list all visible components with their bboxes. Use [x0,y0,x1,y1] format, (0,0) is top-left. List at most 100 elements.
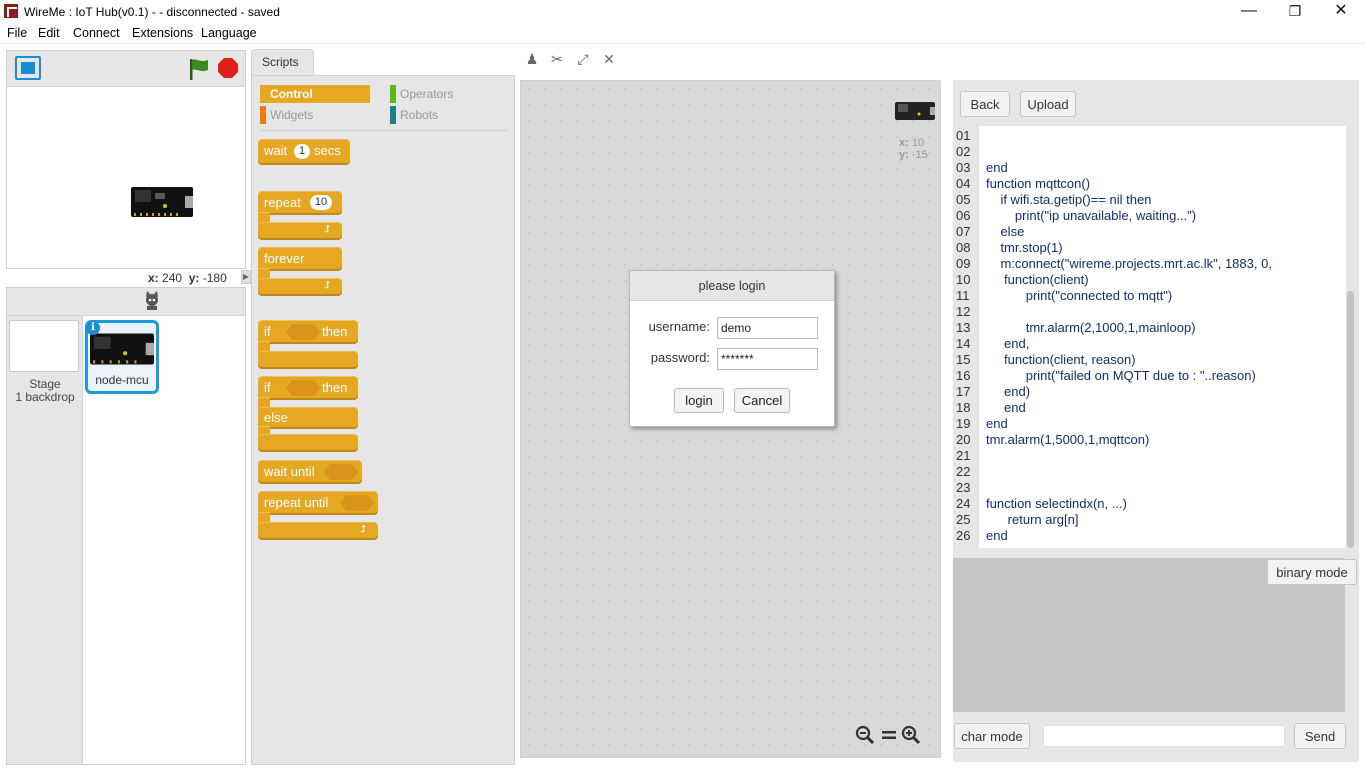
cancel-button[interactable]: Cancel [734,388,790,413]
category-robots[interactable]: Robots [390,106,500,124]
code-line: end [986,528,1008,543]
stage-thumbnail[interactable] [9,320,79,372]
back-button[interactable]: Back [960,91,1010,117]
serial-input[interactable] [1043,725,1285,747]
code-line: print("ip unavailable, waiting...") [986,208,1197,223]
code-line: m:connect("wireme.projects.mrt.ac.lk", 1… [986,256,1272,271]
condition-slot[interactable] [286,324,320,340]
line-number: 21 [956,448,971,463]
block-if-label: if [264,324,271,339]
block-else: else [258,407,358,429]
fullscreen-icon[interactable] [15,56,41,80]
script-y-value: -15 [911,149,928,161]
condition-slot[interactable] [286,380,320,396]
category-control[interactable]: Control [260,85,370,103]
menu-extensions[interactable]: Extensions [132,26,193,40]
code-scrollbar-thumb[interactable] [1347,291,1354,548]
block-then2-label: then [322,380,348,395]
minimize-button[interactable]: — [1226,0,1272,24]
grow-icon[interactable]: ⤢ [574,51,592,67]
category-operators[interactable]: Operators [390,85,500,103]
category-widgets[interactable]: Widgets [260,106,370,124]
code-line: tmr.stop(1) [986,240,1063,255]
green-flag-icon[interactable] [187,57,211,81]
block-if2-label: if [264,380,271,395]
line-number: 19 [956,416,971,431]
stage-x-label: x: [148,271,159,285]
menu-language[interactable]: Language [201,26,257,40]
block-if-head: if then [258,320,358,344]
code-line: end [986,400,1026,415]
upload-button[interactable]: Upload [1020,91,1076,117]
code-scrollbar[interactable] [1346,126,1354,548]
stage-toolbar [7,51,245,87]
shrink-icon[interactable]: ✕ [600,51,618,67]
line-number: 11 [956,288,970,303]
username-input[interactable] [717,317,818,339]
stage-collapse-arrow-icon[interactable]: ▶ [241,270,251,284]
char-mode-button[interactable]: char mode [954,723,1030,749]
stop-icon[interactable] [217,57,239,79]
send-button[interactable]: Send [1294,723,1346,749]
block-if-else-foot [258,434,358,452]
login-button[interactable]: login [674,388,724,413]
node-mcu-sprite[interactable] [131,186,193,218]
loop-arrow-icon: ⮥ [324,224,330,235]
code-line: end [986,160,1008,175]
new-sprite-icon[interactable] [143,291,161,311]
code-line: else [986,224,1025,239]
zoom-in-icon[interactable] [901,725,921,745]
block-repeat-until-head: repeat until [258,491,378,515]
password-input[interactable] [717,348,818,370]
block-repeat-input[interactable]: 10 [310,195,332,210]
code-line: end) [986,384,1031,399]
line-number: 16 [956,368,971,383]
block-if-else-head: if then [258,376,358,400]
block-wait-until[interactable]: wait until [258,460,362,484]
window-title: WireMe : IoT Hub(v0.1) - - disconnected … [24,5,280,19]
line-number: 26 [956,528,971,543]
block-then-label: then [322,324,348,339]
code-line: end [986,416,1008,431]
duplicate-stamp-icon[interactable]: ♟ [523,51,541,67]
menu-edit[interactable]: Edit [38,26,60,40]
close-button[interactable]: ✕ [1318,0,1364,24]
operators-swatch [390,85,396,103]
login-dialog-title: please login [630,271,834,301]
stage-selector[interactable]: Stage 1 backdrop [7,316,83,764]
binary-mode-button[interactable]: binary mode [1267,559,1357,585]
menu-connect[interactable]: Connect [73,26,120,40]
tab-scripts[interactable]: Scripts [251,49,314,76]
code-editor[interactable]: 01 02 03 04 05 06 07 08 09 10 11 12 13 14 15 16 17 18 19 20… [953,126,1347,548]
line-number: 22 [956,464,971,479]
stage-panel[interactable] [6,50,246,269]
block-wait-unit: secs [314,143,341,158]
sprite-tile-node-mcu[interactable]: i node-mcu [85,320,159,394]
line-number: 17 [956,384,971,399]
block-wait-input[interactable]: 1 [294,144,310,159]
maximize-button[interactable]: ❐ [1272,0,1318,24]
category-control-label: Control [270,87,313,101]
condition-slot[interactable] [340,495,374,511]
sprites-header [7,288,245,316]
condition-slot[interactable] [324,464,358,480]
line-number: 18 [956,400,971,415]
zoom-reset-icon[interactable] [879,725,899,745]
delete-scissors-icon[interactable]: ✂ [548,51,566,67]
line-number: 25 [956,512,971,527]
info-icon[interactable]: i [86,321,100,335]
line-number: 15 [956,352,971,367]
loop-arrow-icon: ⮥ [360,524,366,535]
block-wait[interactable]: wait 1 secs [258,139,350,165]
code-line: print("connected to mqtt") [986,288,1173,303]
zoom-out-icon[interactable] [855,725,875,745]
stage-y-label: y: [188,271,200,285]
code-line: function(client) [986,272,1089,287]
line-number: 20 [956,432,971,447]
menu-file[interactable]: File [7,26,27,40]
sprites-panel: Stage 1 backdrop i node-mcu [6,287,246,765]
line-number: 09 [956,256,971,271]
code-line: end, [986,336,1030,351]
sprite-position-readout: x: 10 y: -15 [899,137,928,161]
code-line: if wifi.sta.getip()== nil then [986,192,1152,207]
